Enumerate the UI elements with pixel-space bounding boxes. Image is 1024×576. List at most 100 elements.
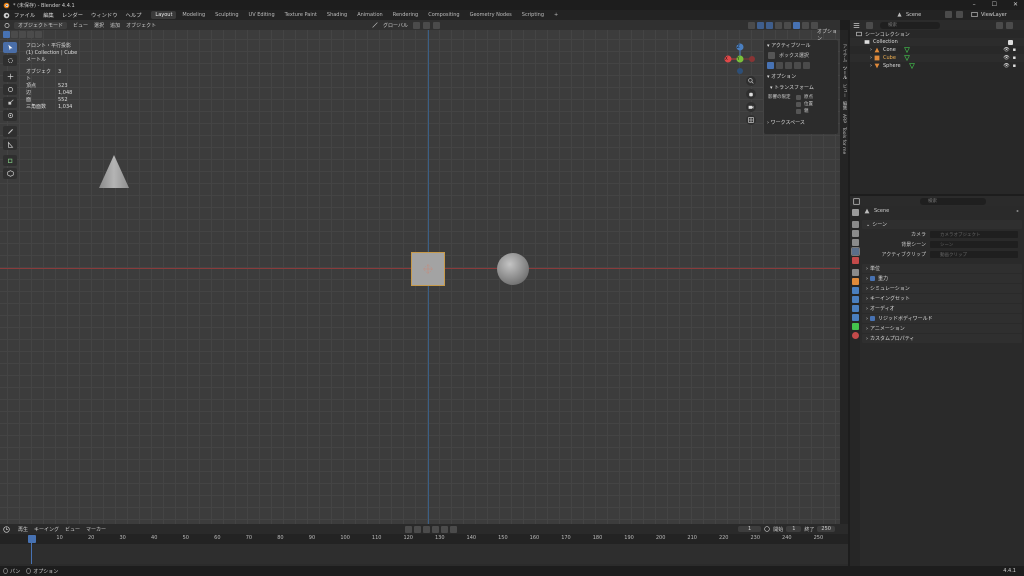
sidebar-tab-tool[interactable]: ツール bbox=[841, 66, 847, 80]
measure-tool[interactable] bbox=[3, 139, 17, 150]
workspace-header[interactable]: › ワークスペース bbox=[764, 117, 838, 128]
eye-icon[interactable]: 👁 bbox=[1003, 55, 1009, 61]
tab-animation[interactable]: Animation bbox=[353, 11, 387, 19]
active-tool-header[interactable]: ▾ アクティブツール bbox=[764, 40, 838, 51]
cube-object-selected[interactable] bbox=[411, 252, 445, 286]
add-workspace-button[interactable]: + bbox=[550, 11, 562, 19]
pin-icon[interactable] bbox=[1015, 209, 1020, 214]
tab-uv-editing[interactable]: UV Editing bbox=[245, 11, 279, 19]
outliner-object-row[interactable]: › Sphere 👁 ▪ bbox=[850, 62, 1024, 70]
menu-timeline-view[interactable]: ビュー bbox=[65, 526, 80, 533]
tab-modeling[interactable]: Modeling bbox=[178, 11, 209, 19]
scene-selector[interactable]: Scene bbox=[906, 12, 942, 18]
add-cube-tool[interactable] bbox=[3, 155, 17, 166]
zoom-button[interactable] bbox=[746, 76, 756, 86]
pan-button[interactable] bbox=[746, 89, 756, 99]
camera-icon[interactable]: ▪ bbox=[1013, 55, 1016, 61]
prev-keyframe-button[interactable] bbox=[414, 525, 421, 533]
gravity-checkbox[interactable] bbox=[870, 276, 875, 281]
tab-geometry-nodes[interactable]: Geometry Nodes bbox=[466, 11, 516, 19]
tab-data[interactable] bbox=[851, 323, 859, 330]
units-section-header[interactable]: › 単位 bbox=[862, 264, 1022, 273]
tab-texture-paint[interactable]: Texture Paint bbox=[281, 11, 321, 19]
camera-icon[interactable]: ▪ bbox=[1013, 47, 1016, 53]
timeline-track-area[interactable] bbox=[0, 544, 848, 564]
jump-start-button[interactable] bbox=[405, 525, 412, 533]
custom-properties-section-header[interactable]: › カスタムプロパティ bbox=[862, 334, 1022, 343]
menu-edit[interactable]: 編集 bbox=[43, 11, 54, 19]
editor-type-icon[interactable] bbox=[3, 22, 11, 29]
tab-modifiers[interactable] bbox=[851, 287, 859, 294]
visibility-button[interactable] bbox=[748, 21, 755, 29]
minimize-button[interactable]: – bbox=[973, 1, 976, 8]
playhead[interactable] bbox=[28, 535, 36, 543]
menu-object[interactable]: オブジェクト bbox=[126, 22, 156, 29]
tab-view-layer[interactable] bbox=[851, 239, 859, 246]
affect-origins-checkbox[interactable] bbox=[796, 94, 801, 100]
properties-search[interactable]: 検索 bbox=[920, 197, 986, 205]
background-scene-field[interactable]: シーン bbox=[930, 241, 1018, 248]
transform-tool[interactable] bbox=[3, 110, 17, 121]
tab-particles[interactable] bbox=[851, 296, 859, 303]
tab-compositing[interactable]: Compositing bbox=[424, 11, 463, 19]
menu-view[interactable]: ビュー bbox=[73, 22, 88, 29]
play-reverse-button[interactable] bbox=[423, 525, 430, 533]
camera-view-button[interactable] bbox=[746, 102, 756, 112]
select-mode-invert-button[interactable] bbox=[27, 31, 34, 38]
select-mode-extend-button[interactable] bbox=[11, 31, 18, 38]
snap-button[interactable] bbox=[422, 21, 430, 29]
outliner-editor-icon[interactable] bbox=[853, 22, 860, 29]
eye-icon[interactable]: 👁 bbox=[1003, 47, 1009, 53]
rotate-tool[interactable] bbox=[3, 84, 17, 95]
transform-header[interactable]: ▾ トランスフォーム bbox=[764, 82, 838, 93]
overlay-button[interactable] bbox=[766, 21, 773, 29]
delete-scene-button[interactable] bbox=[956, 11, 963, 18]
tab-tool[interactable] bbox=[851, 209, 859, 216]
audio-section-header[interactable]: › オーディオ bbox=[862, 304, 1022, 313]
menu-add[interactable]: 追加 bbox=[110, 22, 120, 29]
scale-tool[interactable] bbox=[3, 97, 17, 108]
tab-scripting[interactable]: Scripting bbox=[518, 11, 548, 19]
tool-mode-new[interactable] bbox=[767, 62, 774, 69]
close-button[interactable]: ✕ bbox=[1013, 1, 1018, 8]
current-frame-field[interactable]: 1 bbox=[738, 526, 762, 532]
proportional-edit-button[interactable] bbox=[432, 21, 440, 29]
properties-editor-icon[interactable] bbox=[853, 197, 860, 205]
mode-selector[interactable]: オブジェクトモード bbox=[14, 21, 68, 29]
menu-playback[interactable]: 再生 bbox=[18, 526, 28, 533]
move-tool[interactable] bbox=[3, 71, 17, 82]
sidebar-tab-arp[interactable]: ARP bbox=[841, 114, 846, 123]
tab-collection[interactable] bbox=[851, 269, 859, 276]
tab-shading[interactable]: Shading bbox=[323, 11, 351, 19]
tab-object[interactable] bbox=[851, 278, 859, 285]
sidebar-tab-item[interactable]: アイテム bbox=[841, 44, 847, 62]
gizmo-button[interactable] bbox=[757, 21, 764, 29]
filter-button[interactable] bbox=[996, 21, 1003, 29]
transform-orientation-selector[interactable]: グローバル bbox=[383, 22, 408, 29]
tab-rendering[interactable]: Rendering bbox=[389, 11, 423, 19]
tab-world[interactable] bbox=[851, 257, 859, 264]
simulation-section-header[interactable]: › シミュレーション bbox=[862, 284, 1022, 293]
xray-button[interactable] bbox=[775, 21, 782, 29]
tool-mode-intersect[interactable] bbox=[803, 62, 810, 69]
menu-render[interactable]: レンダー bbox=[62, 11, 83, 19]
select-mode-intersect-button[interactable] bbox=[35, 31, 42, 38]
tab-output[interactable] bbox=[851, 230, 859, 237]
next-keyframe-button[interactable] bbox=[441, 525, 448, 533]
clock-icon[interactable] bbox=[3, 525, 10, 533]
menu-select[interactable]: 選択 bbox=[94, 22, 104, 29]
navigation-gizmo[interactable]: Z X Y bbox=[722, 40, 758, 76]
tab-physics[interactable] bbox=[851, 305, 859, 312]
rigid-body-world-checkbox[interactable] bbox=[870, 316, 875, 321]
keying-sets-section-header[interactable]: › キーイングセット bbox=[862, 294, 1022, 303]
view-layer-selector[interactable]: ViewLayer bbox=[981, 12, 1011, 18]
outliner-search[interactable]: 検索 bbox=[880, 21, 940, 29]
select-mode-subtract-button[interactable] bbox=[19, 31, 26, 38]
annotate-tool[interactable] bbox=[3, 126, 17, 137]
menu-window[interactable]: ウィンドウ bbox=[91, 11, 118, 19]
tool-mode-extend[interactable] bbox=[776, 62, 783, 69]
display-mode-button[interactable] bbox=[866, 21, 873, 29]
blender-menu-icon[interactable] bbox=[3, 12, 10, 19]
sidebar-tab-edit[interactable]: 編集 bbox=[841, 101, 847, 110]
play-button[interactable] bbox=[432, 525, 439, 533]
